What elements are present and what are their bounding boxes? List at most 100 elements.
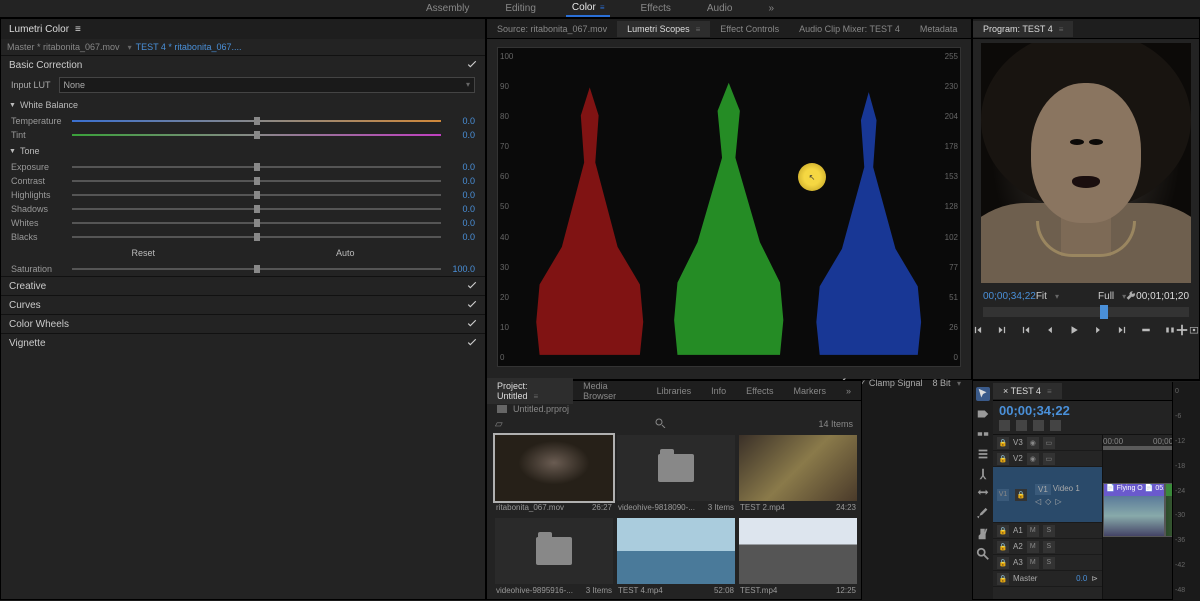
- track-select-tool-icon[interactable]: [976, 407, 990, 421]
- filter-icon[interactable]: ▱: [495, 419, 503, 430]
- zoom-fit-select[interactable]: Fit▾: [1036, 291, 1059, 302]
- tab-libraries[interactable]: Libraries: [647, 383, 702, 399]
- program-monitor-panel: Program: TEST 4≡ 00;00;34;22 Fit▾ Full▾ …: [972, 18, 1200, 380]
- contrast-slider[interactable]: [72, 180, 441, 182]
- master-clip-label[interactable]: Master * ritabonita_067.mov: [7, 42, 120, 52]
- project-item-thumb[interactable]: [495, 435, 613, 501]
- audio-meters: 0-6-12-18-24-30-36-42-48: [1172, 382, 1200, 600]
- marker-icon[interactable]: [1033, 420, 1044, 431]
- current-timecode[interactable]: 00;00;34;22: [983, 291, 1036, 302]
- export-frame-icon[interactable]: [1189, 323, 1199, 337]
- temperature-value[interactable]: 0.0: [447, 116, 475, 126]
- razor-tool-icon[interactable]: [976, 467, 990, 481]
- program-scrubber[interactable]: [983, 307, 1189, 317]
- settings-icon[interactable]: [1126, 291, 1136, 301]
- lift-icon[interactable]: [1141, 323, 1151, 337]
- ripple-tool-icon[interactable]: [976, 427, 990, 441]
- pen-tool-icon[interactable]: [976, 507, 990, 521]
- tab-audio-mixer[interactable]: Audio Clip Mixer: TEST 4: [789, 21, 910, 37]
- search-icon[interactable]: [655, 418, 667, 428]
- tab-lumetri-scopes[interactable]: Lumetri Scopes≡: [617, 21, 710, 37]
- extract-icon[interactable]: [1165, 323, 1175, 337]
- project-item-meta: 52:08: [714, 586, 734, 595]
- project-file-label: Untitled.prproj: [513, 404, 569, 414]
- shadows-slider[interactable]: [72, 208, 441, 210]
- auto-button[interactable]: Auto: [336, 248, 355, 258]
- step-back-icon[interactable]: [1045, 323, 1055, 337]
- workspace-overflow[interactable]: »: [762, 1, 780, 16]
- timeline-timecode[interactable]: 00;00;34;22: [999, 403, 1200, 418]
- play-icon[interactable]: [1069, 323, 1079, 337]
- white-balance-group[interactable]: ▼White Balance: [1, 96, 485, 114]
- bin-icon: [497, 405, 507, 413]
- project-item-name: TEST.mp4: [740, 586, 777, 595]
- workspace-tab-assembly[interactable]: Assembly: [420, 1, 475, 16]
- highlights-slider[interactable]: [72, 194, 441, 196]
- tab-effect-controls[interactable]: Effect Controls: [710, 21, 789, 37]
- reset-button[interactable]: Reset: [131, 248, 155, 258]
- workspace-tab-color[interactable]: Color≡: [566, 0, 611, 17]
- scope-yaxis-right: 2552302041781531281027751260: [940, 48, 958, 366]
- exposure-slider[interactable]: [72, 166, 441, 168]
- linked-sel-icon[interactable]: [1016, 420, 1027, 431]
- tab-metadata[interactable]: Metadata: [910, 21, 968, 37]
- go-out-icon[interactable]: [1117, 323, 1127, 337]
- hand-tool-icon[interactable]: [976, 527, 990, 541]
- workspace-tab-effects[interactable]: Effects: [634, 1, 676, 16]
- input-lut-label: Input LUT: [11, 80, 51, 90]
- tab-markers[interactable]: Markers: [783, 383, 836, 399]
- tab-source[interactable]: Source: ritabonita_067.mov: [487, 21, 617, 37]
- clamp-signal-toggle[interactable]: ✓ Clamp Signal: [859, 378, 923, 389]
- project-item-thumb[interactable]: [617, 435, 735, 501]
- blacks-slider[interactable]: [72, 236, 441, 238]
- saturation-slider[interactable]: [72, 268, 441, 270]
- program-monitor-viewport[interactable]: [981, 43, 1191, 283]
- whites-slider[interactable]: [72, 222, 441, 224]
- check-icon[interactable]: [467, 60, 477, 70]
- tab-media-browser[interactable]: Media Browser: [573, 378, 646, 404]
- sequence-clip-link[interactable]: TEST 4 * ritabonita_067....: [136, 42, 242, 52]
- zoom-tool-icon[interactable]: [976, 547, 990, 561]
- rate-tool-icon[interactable]: [976, 447, 990, 461]
- project-item-thumb[interactable]: [617, 518, 735, 584]
- go-in-icon[interactable]: [1021, 323, 1031, 337]
- mark-in-icon[interactable]: [973, 323, 983, 337]
- tone-group[interactable]: ▼Tone: [1, 142, 485, 160]
- snap-icon[interactable]: [999, 420, 1010, 431]
- tab-overflow[interactable]: »: [836, 383, 861, 399]
- input-lut-select[interactable]: None▾: [59, 77, 475, 93]
- tab-effects-panel[interactable]: Effects: [736, 383, 783, 399]
- step-fwd-icon[interactable]: [1093, 323, 1103, 337]
- project-item-thumb[interactable]: [739, 435, 857, 501]
- lock-v1[interactable]: 🔒: [1015, 489, 1027, 501]
- bit-depth-select[interactable]: 8 Bit ▾: [932, 378, 961, 388]
- lumetri-color-panel: Lumetri Color≡ Master * ritabonita_067.m…: [0, 18, 486, 600]
- project-item-thumb[interactable]: [495, 518, 613, 584]
- settings-gear-icon[interactable]: [1050, 420, 1061, 431]
- project-item-thumb[interactable]: [739, 518, 857, 584]
- selection-tool-icon[interactable]: [976, 387, 990, 401]
- workspace-tab-editing[interactable]: Editing: [499, 1, 542, 16]
- lock-v3[interactable]: 🔒: [997, 437, 1009, 449]
- mark-out-icon[interactable]: [997, 323, 1007, 337]
- resolution-select[interactable]: Full▾: [1098, 291, 1126, 302]
- section-basic-correction[interactable]: Basic Correction: [1, 56, 485, 74]
- timeline-clip[interactable]: 📄 Flying O 📄 05.r: [1103, 483, 1165, 537]
- slip-tool-icon[interactable]: [976, 487, 990, 501]
- timeline-panel: × TEST 4≡ 00;00;34;22 🔒V3◉▭ 🔒V2◉▭ V1: [972, 380, 1200, 600]
- tint-slider[interactable]: [72, 134, 441, 136]
- section-curves[interactable]: Curves: [1, 296, 485, 314]
- section-vignette[interactable]: Vignette: [1, 334, 485, 352]
- tab-project[interactable]: Project: Untitled≡: [487, 378, 573, 404]
- button-editor-icon[interactable]: [1175, 323, 1189, 337]
- workspace-tabs: Assembly Editing Color≡ Effects Audio »: [0, 0, 1200, 18]
- tint-value[interactable]: 0.0: [447, 130, 475, 140]
- section-creative[interactable]: Creative: [1, 277, 485, 295]
- tab-info[interactable]: Info: [701, 383, 736, 399]
- lock-v2[interactable]: 🔒: [997, 453, 1009, 465]
- tab-sequence[interactable]: × TEST 4≡: [993, 383, 1062, 399]
- workspace-tab-audio[interactable]: Audio: [701, 1, 739, 16]
- tab-program[interactable]: Program: TEST 4≡: [973, 21, 1073, 37]
- section-color-wheels[interactable]: Color Wheels: [1, 315, 485, 333]
- temperature-slider[interactable]: [72, 120, 441, 122]
